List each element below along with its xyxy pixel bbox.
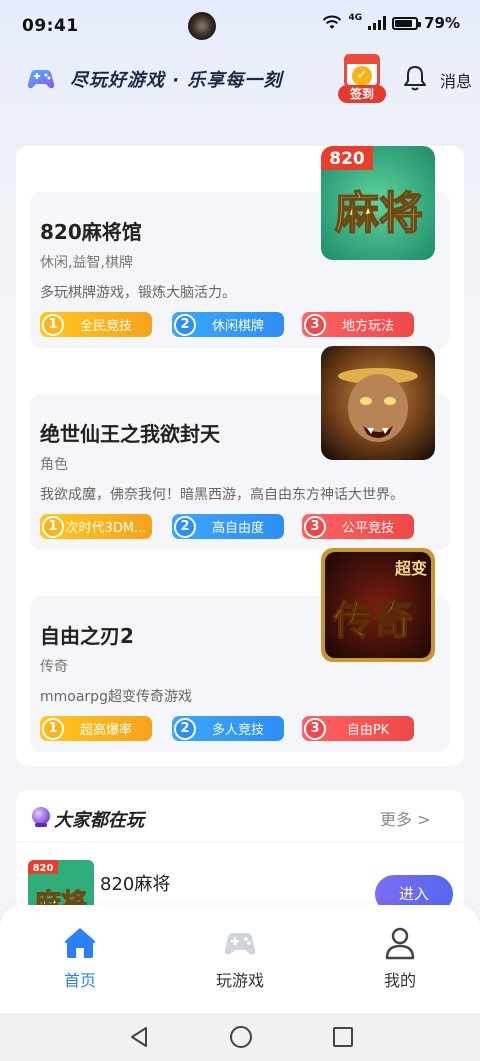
game-title: 绝世仙王之我欲封天: [40, 422, 220, 446]
signin-label: 签到: [338, 85, 386, 103]
tab-label: 首页: [63, 971, 96, 990]
network-type-label: 4G: [348, 13, 363, 23]
signin-button[interactable]: ✓ 签到: [338, 52, 386, 104]
user-icon: [385, 927, 415, 960]
tag-pill-3: 3 公平竞技: [302, 514, 414, 539]
tag-pill-1: 1 全民竞技: [40, 312, 152, 337]
bottom-tab-bar: 首页 玩游戏 我的: [0, 905, 480, 1013]
system-nav-bar: [0, 1013, 480, 1061]
tab-label: 玩游戏: [215, 971, 264, 990]
game-card[interactable]: 绝世仙王之我欲封天 角色 我欲成魔，佛奈我何！暗黑西游，高自由东方神话大世界。 …: [30, 346, 450, 550]
divider: [16, 842, 464, 843]
game-list-card: 820麻将馆 休闲,益智,棋牌 多玩棋牌游戏，锻炼大脑活力。 820 麻将 1全…: [16, 146, 464, 766]
status-time: 09:41: [22, 16, 79, 36]
back-nav-icon[interactable]: [128, 1025, 150, 1049]
game-icon-mahjong: 820 麻将: [321, 146, 435, 260]
app-header: 尽玩好游戏 · 乐享每一刻 ✓ 签到 消息: [0, 52, 480, 108]
game-title: 自由之刃2: [40, 624, 134, 648]
tag-pill-1: 1 超高爆率: [40, 716, 152, 741]
tag-pill-2: 2 多人竞技: [172, 716, 284, 741]
more-link[interactable]: 更多 >: [380, 806, 431, 830]
tab-play-games[interactable]: 玩游戏: [195, 925, 285, 991]
tag-pill-1: 1 次时代3DM...: [40, 514, 152, 539]
app-slogan: 尽玩好游戏 · 乐享每一刻: [70, 70, 283, 91]
tag-pill-2: 2 休闲棋牌: [172, 312, 284, 337]
game-description: 多玩棋牌游戏，锻炼大脑活力。: [40, 285, 236, 301]
game-card[interactable]: 820麻将馆 休闲,益智,棋牌 多玩棋牌游戏，锻炼大脑活力。 820 麻将 1全…: [30, 146, 450, 348]
game-icon-legend: 超变 传奇: [321, 548, 435, 662]
home-icon: [64, 928, 96, 958]
status-icons: 4G 79%: [322, 13, 460, 32]
tag-pill-2: 2 高自由度: [172, 514, 284, 539]
battery-percent: 79%: [424, 14, 460, 32]
game-title: 820麻将馆: [40, 220, 142, 244]
game-category: 角色: [40, 457, 68, 473]
bell-icon[interactable]: [402, 64, 428, 92]
tag-pill-3: 3 地方玩法: [302, 312, 414, 337]
tab-mine[interactable]: 我的: [355, 925, 445, 991]
message-label[interactable]: 消息: [440, 68, 472, 92]
recents-nav-icon[interactable]: [332, 1026, 354, 1048]
tab-label: 我的: [383, 971, 416, 990]
checkmark-icon: ✓: [352, 66, 372, 86]
camera-cutout: [188, 12, 216, 40]
crystal-ball-icon: [32, 807, 50, 827]
icon-text-top: 超变: [394, 559, 427, 578]
section-title: 大家都在玩: [54, 810, 144, 831]
tag-pill-3: 3 自由PK: [302, 716, 414, 741]
home-nav-icon[interactable]: [229, 1025, 253, 1049]
thumb-text-top: 820: [33, 863, 54, 874]
icon-text-top: 820: [329, 149, 365, 169]
icon-text-main: 传奇: [332, 597, 413, 644]
battery-icon: [392, 16, 422, 30]
game-category: 传奇: [40, 659, 68, 675]
icon-text-main: 麻将: [335, 188, 423, 239]
wifi-icon: [323, 15, 342, 29]
game-category: 休闲,益智,棋牌: [40, 255, 133, 271]
signal-icon: [368, 16, 387, 30]
tab-home[interactable]: 首页: [35, 925, 125, 991]
game-icon-monkey-king: [321, 346, 435, 460]
game-name: 820麻将: [100, 874, 171, 895]
status-bar: 09:41 4G 79%: [0, 0, 480, 52]
game-description: 我欲成魔，佛奈我何！暗黑西游，高自由东方神话大世界。: [40, 487, 404, 503]
gamepad-icon: [224, 933, 256, 955]
game-description: mmoarpg超变传奇游戏: [40, 689, 192, 705]
gamepad-logo-icon: [27, 70, 55, 89]
game-card[interactable]: 自由之刃2 传奇 mmoarpg超变传奇游戏 超变 传奇 1 超高爆率 2 多人竞技…: [30, 548, 450, 752]
